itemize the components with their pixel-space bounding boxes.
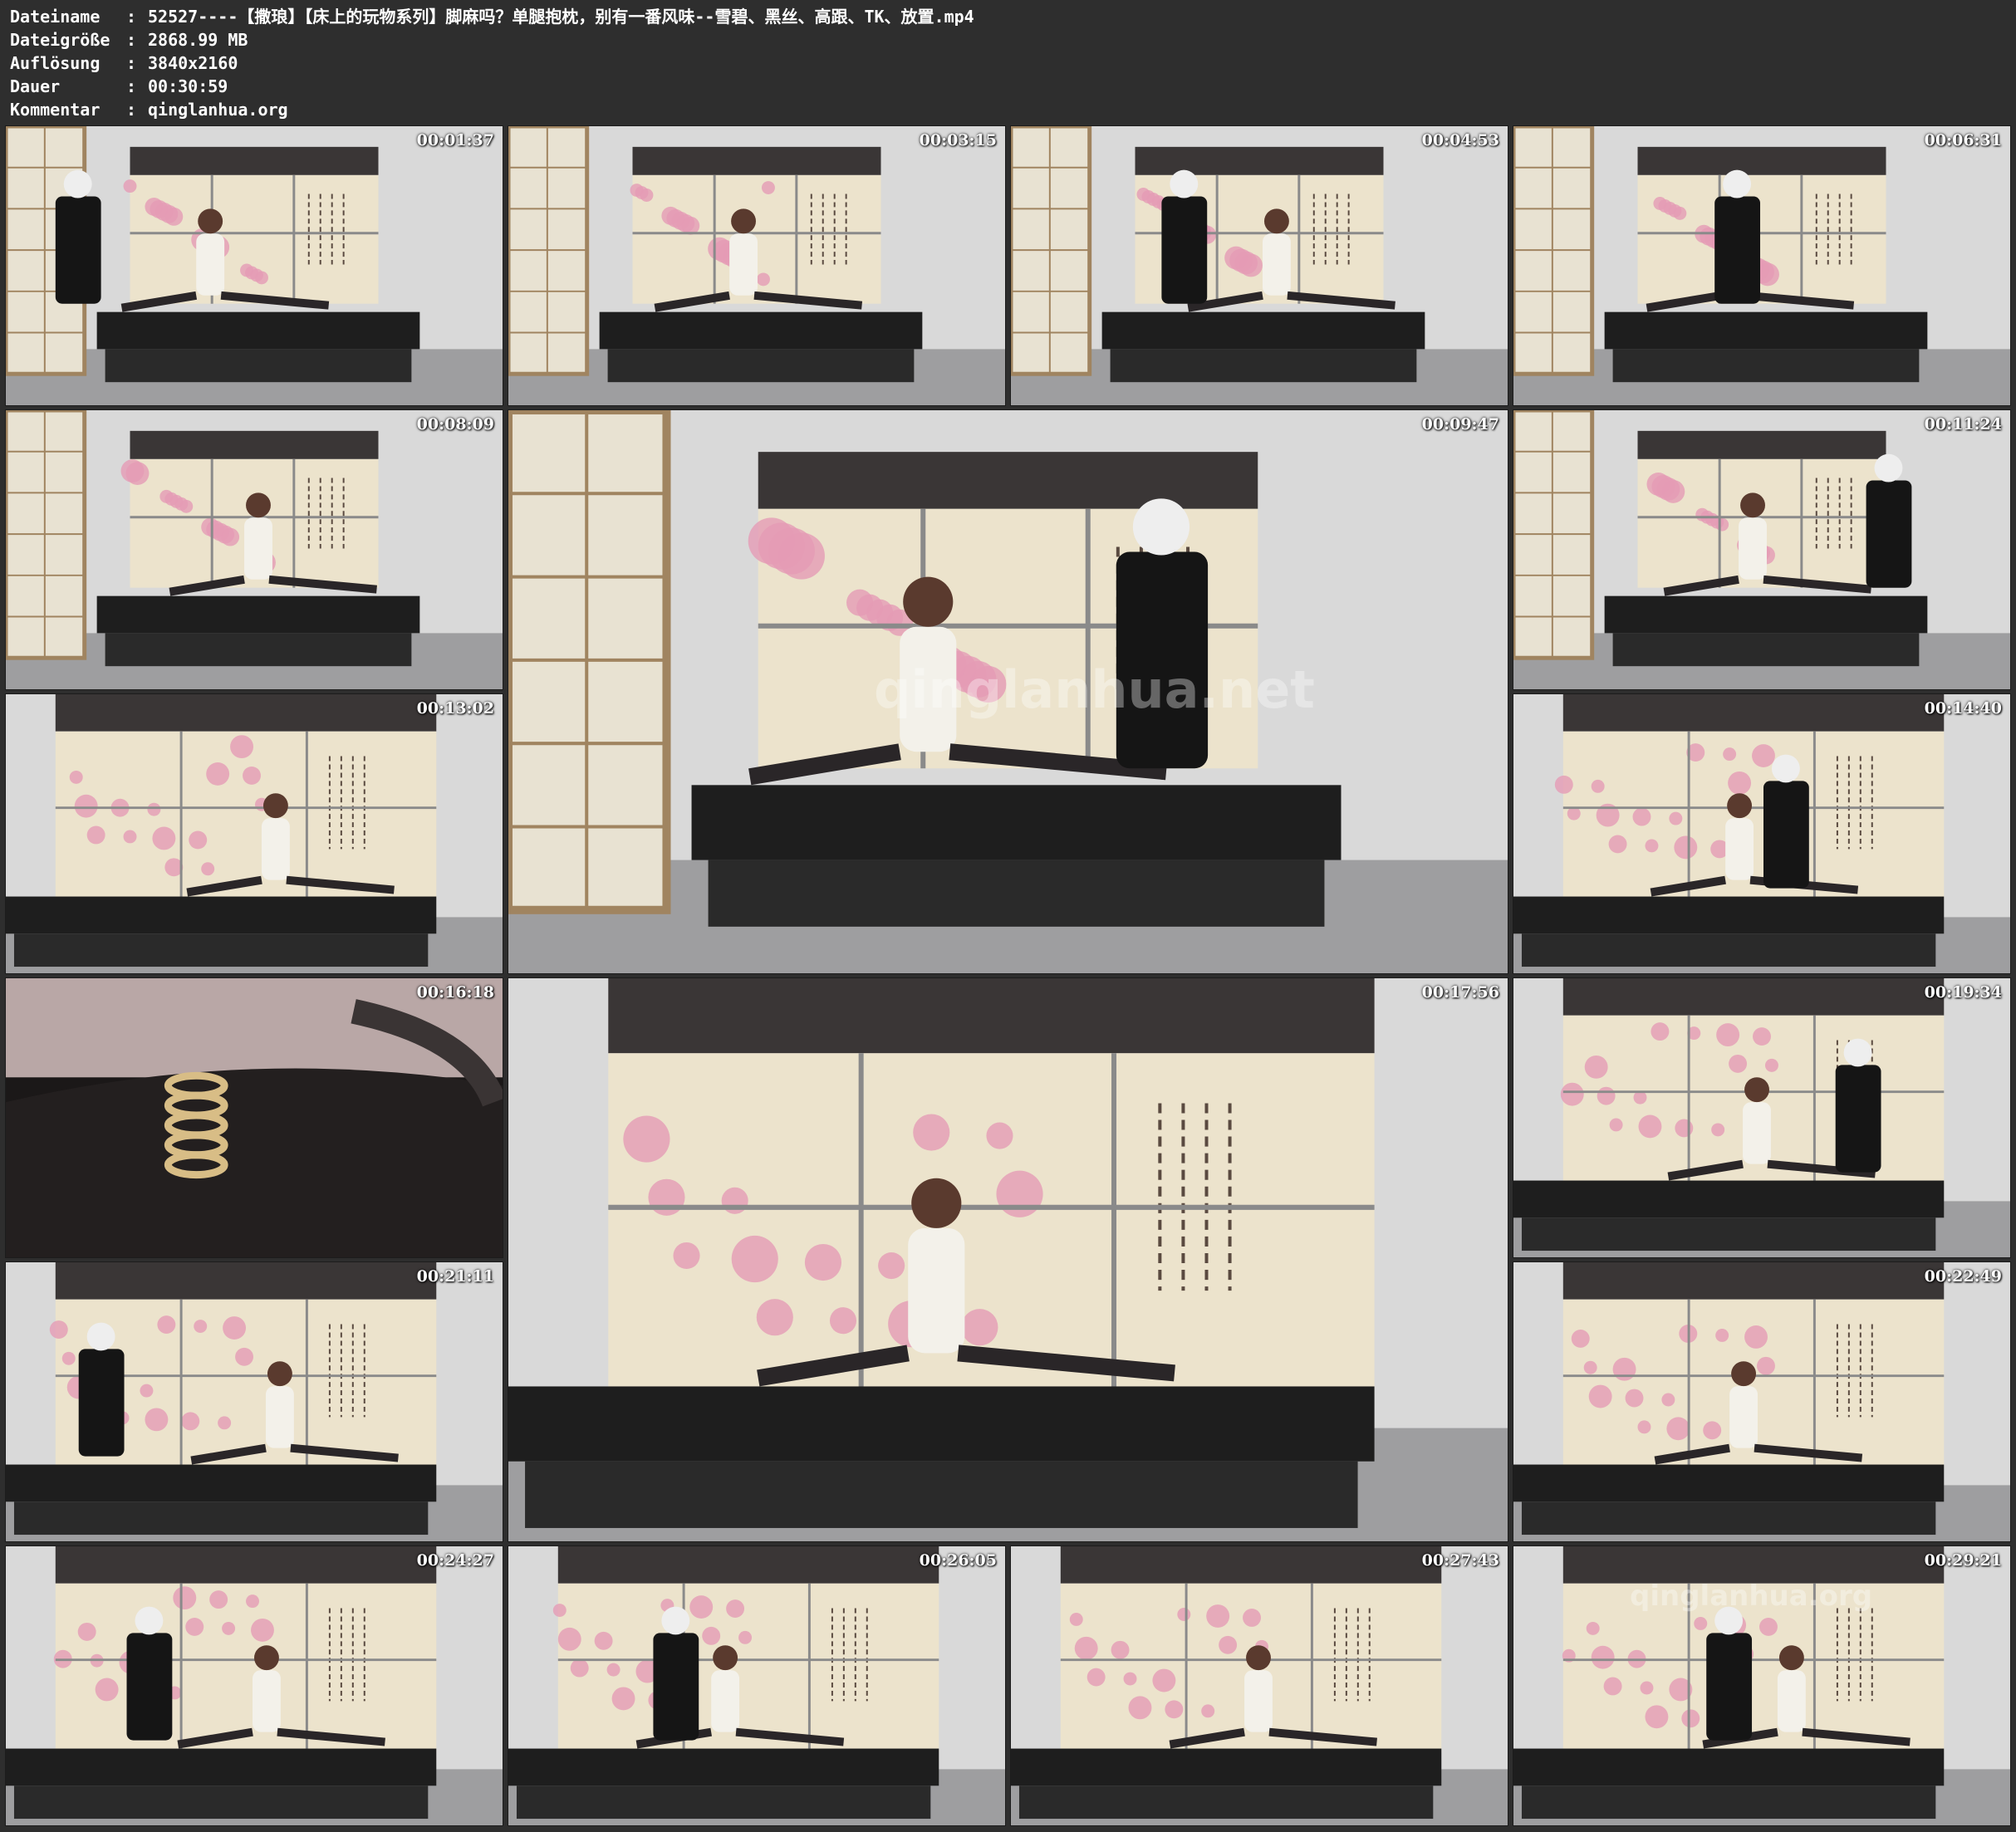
info-key: Dauer xyxy=(10,76,61,96)
timestamp-label: 00:27:43 xyxy=(1421,1551,1499,1570)
thumbnail-grid: 00:01:37 00:03:15 00:04:53 00:06:31 00:08:09… xyxy=(5,125,2011,1827)
scene-artwork xyxy=(1011,126,1508,405)
scene-artwork xyxy=(6,1546,503,1825)
timestamp-label: 00:16:18 xyxy=(416,983,494,1002)
thumbnail-image xyxy=(508,978,1508,1541)
video-thumbnail: 00:16:18 xyxy=(5,977,503,1258)
scene-artwork xyxy=(6,410,503,689)
video-thumbnail: 00:29:21 qinglanhua.org xyxy=(1513,1545,2011,1826)
timestamp-label: 00:08:09 xyxy=(416,415,494,434)
thumbnail-image xyxy=(6,978,503,1257)
info-value: 3840x2160 xyxy=(148,53,238,73)
video-thumbnail: 00:27:43 xyxy=(1010,1545,1508,1826)
info-value: 2868.99 MB xyxy=(148,30,248,50)
video-thumbnail: 00:01:37 xyxy=(5,125,503,406)
timestamp-label: 00:17:56 xyxy=(1421,983,1499,1002)
timestamp-label: 00:06:31 xyxy=(1924,131,2002,149)
video-thumbnail: 00:03:15 xyxy=(508,125,1006,406)
timestamp-label: 00:03:15 xyxy=(919,131,997,149)
scene-artwork xyxy=(1513,126,2010,405)
info-row-duration: Dauer : 00:30:59 xyxy=(10,75,974,98)
info-row-resolution: Auflösung : 3840x2160 xyxy=(10,51,974,75)
info-row-filesize: Dateigröße : 2868.99 MB xyxy=(10,28,974,51)
thumbnail-image xyxy=(6,126,503,405)
video-thumbnail: 00:19:34 xyxy=(1513,977,2011,1258)
scene-artwork xyxy=(1513,978,2010,1257)
thumbnail-image xyxy=(508,126,1005,405)
video-thumbnail: 00:22:49 xyxy=(1513,1261,2011,1542)
info-separator: : xyxy=(126,30,137,50)
scene-artwork xyxy=(6,978,503,1257)
thumbnail-image xyxy=(6,1546,503,1825)
video-thumbnail: 00:17:56 xyxy=(508,977,1508,1542)
video-thumbnail: 00:09:47 qinglanhua.net xyxy=(508,409,1508,974)
info-separator: : xyxy=(126,53,137,73)
thumbnail-image xyxy=(1513,978,2010,1257)
timestamp-label: 00:24:27 xyxy=(416,1551,494,1570)
thumbnail-image xyxy=(1513,694,2010,973)
thumbnail-image xyxy=(1513,410,2010,689)
video-thumbnail: 00:06:31 xyxy=(1513,125,2011,406)
info-separator: : xyxy=(126,7,137,27)
file-info-panel: Dateiname : 52527----【撒琅】【床上的玩物系列】脚麻吗？单腿… xyxy=(10,5,974,121)
thumbnail-image xyxy=(1513,126,2010,405)
scene-artwork xyxy=(508,1546,1005,1825)
thumbnail-image xyxy=(1513,1262,2010,1541)
scene-artwork xyxy=(508,978,1508,1541)
video-thumbnail: 00:26:05 xyxy=(508,1545,1006,1826)
info-row-filename: Dateiname : 52527----【撒琅】【床上的玩物系列】脚麻吗？单腿… xyxy=(10,5,974,28)
thumbnail-image xyxy=(1011,126,1508,405)
thumbnail-image xyxy=(1011,1546,1508,1825)
info-key: Dateiname xyxy=(10,7,101,27)
video-thumbnail: 00:24:27 xyxy=(5,1545,503,1826)
scene-artwork xyxy=(6,126,503,405)
timestamp-label: 00:29:21 xyxy=(1924,1551,2002,1570)
info-row-comment: Kommentar : qinglanhua.org xyxy=(10,98,974,121)
info-separator: : xyxy=(126,76,137,96)
timestamp-label: 00:21:11 xyxy=(416,1267,494,1286)
timestamp-label: 00:04:53 xyxy=(1421,131,1499,149)
scene-artwork xyxy=(508,126,1005,405)
thumbnail-image xyxy=(6,1262,503,1541)
scene-artwork xyxy=(1513,410,2010,689)
video-thumbnail: 00:13:02 xyxy=(5,693,503,974)
video-thumbnail: 00:04:53 xyxy=(1010,125,1508,406)
scene-artwork xyxy=(6,694,503,973)
video-thumbnail: 00:08:09 xyxy=(5,409,503,690)
video-thumbnail: 00:21:11 xyxy=(5,1261,503,1542)
thumbnail-image xyxy=(6,410,503,689)
scene-artwork xyxy=(1011,1546,1508,1825)
info-value: qinglanhua.org xyxy=(148,100,288,120)
info-key: Dateigröße xyxy=(10,30,110,50)
timestamp-label: 00:14:40 xyxy=(1924,699,2002,718)
scene-artwork xyxy=(1513,1262,2010,1541)
video-thumbnail: 00:14:40 xyxy=(1513,693,2011,974)
thumbnail-image xyxy=(6,694,503,973)
video-thumbnail: 00:11:24 xyxy=(1513,409,2011,690)
timestamp-label: 00:01:37 xyxy=(416,131,494,149)
timestamp-label: 00:22:49 xyxy=(1924,1267,2002,1286)
info-key: Auflösung xyxy=(10,53,101,73)
scene-artwork xyxy=(6,1262,503,1541)
timestamp-label: 00:19:34 xyxy=(1924,983,2002,1002)
info-value: 52527----【撒琅】【床上的玩物系列】脚麻吗？单腿抱枕，别有一番风味--雪… xyxy=(148,7,974,27)
timestamp-label: 00:09:47 xyxy=(1421,415,1499,434)
timestamp-label: 00:13:02 xyxy=(416,699,494,718)
watermark-text: qinglanhua.net xyxy=(874,659,1315,720)
thumbnail-image xyxy=(508,1546,1005,1825)
scene-artwork xyxy=(1513,694,2010,973)
info-key: Kommentar xyxy=(10,100,101,120)
info-separator: : xyxy=(126,100,137,120)
info-value: 00:30:59 xyxy=(148,76,228,96)
timestamp-label: 00:26:05 xyxy=(919,1551,997,1570)
timestamp-label: 00:11:24 xyxy=(1924,415,2002,434)
watermark-text: qinglanhua.org xyxy=(1630,1580,1873,1613)
